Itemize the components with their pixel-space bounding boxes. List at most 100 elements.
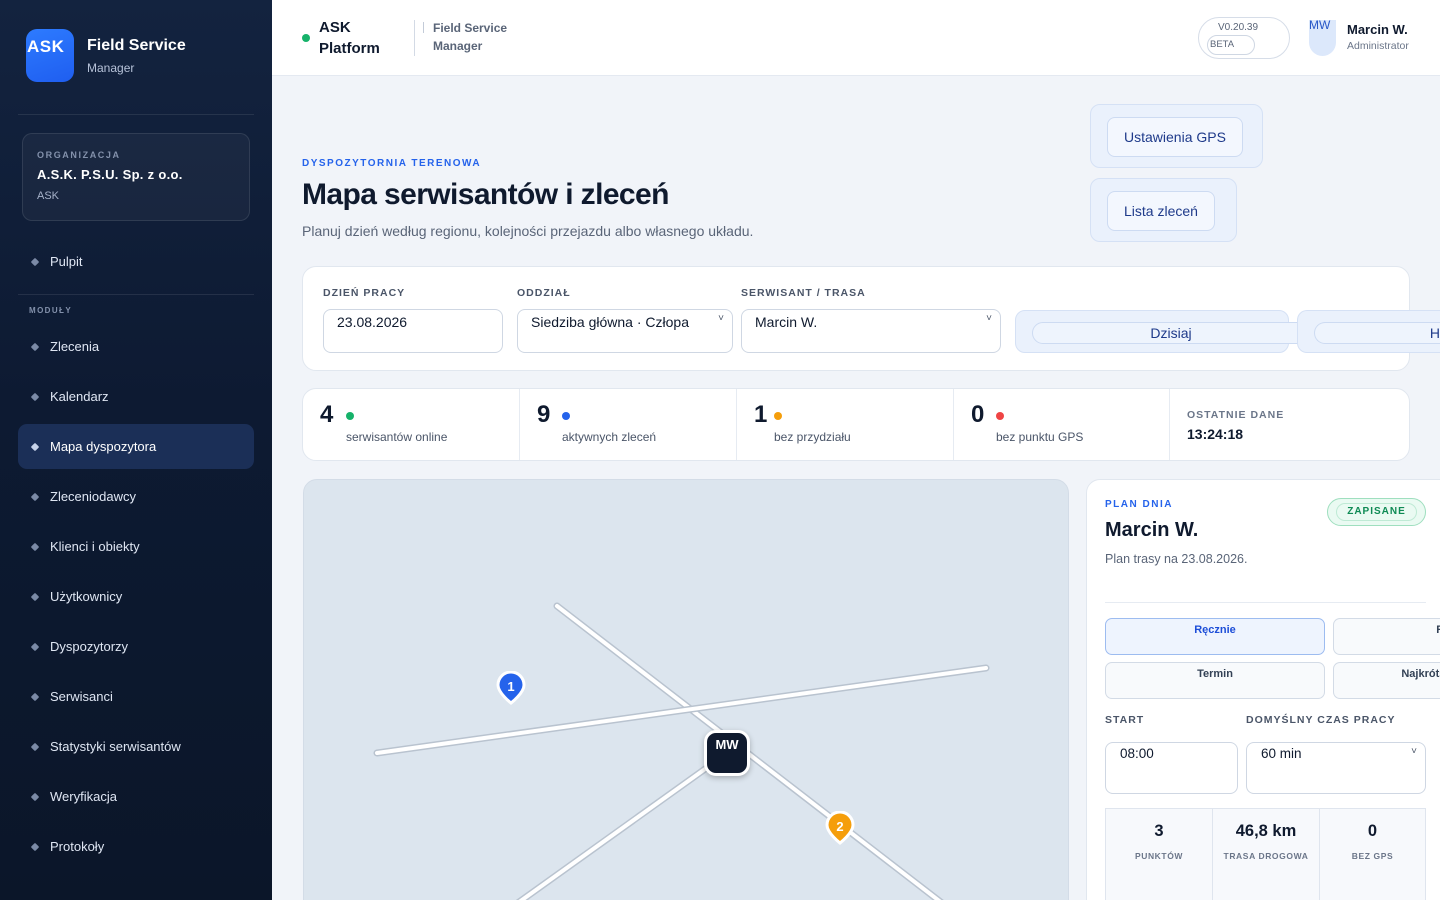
sidebar-item-klienci[interactable]: Klienci i obiekty (18, 524, 254, 569)
day-plan-panel: PLAN DNIA Marcin W. Plan trasy na 23.08.… (1086, 479, 1440, 900)
plan-eyebrow: PLAN DNIA (1105, 499, 1173, 510)
sidebar-item-label: Statystyki serwisantów (50, 739, 181, 754)
today-button[interactable]: Dzisiaj (1032, 322, 1310, 344)
org-label: ORGANIZACJA (37, 150, 121, 160)
work-day-input[interactable]: 23.08.2026 (323, 309, 503, 353)
summary-value: 0 (1367, 822, 1378, 840)
stat-active-orders: 9 aktywnych zleceń (520, 389, 737, 460)
order-list-button[interactable]: Lista zleceń (1107, 191, 1215, 231)
chevron-down-icon: ˅ (986, 313, 992, 324)
avatar[interactable]: MW (1309, 18, 1336, 56)
sidebar-item-label: Klienci i obiekty (50, 539, 140, 554)
user-name[interactable]: Marcin W. (1347, 22, 1408, 37)
diamond-icon (30, 742, 40, 751)
sidebar-item-statystyki[interactable]: Statystyki serwisantów (18, 724, 254, 769)
mode-shortest-button[interactable]: Najkrótsza (1333, 662, 1440, 699)
map-pin-label: 1 (507, 679, 515, 694)
sidebar-item-pulpit[interactable]: Pulpit (18, 239, 254, 284)
work-day-label: DZIEŃ PRACY (323, 287, 406, 299)
stat-value: 4 (320, 401, 334, 428)
online-status-dot (302, 34, 310, 42)
summary-points: 3 PUNKTÓW (1106, 809, 1213, 900)
gps-settings-button-wrap: Ustawienia GPS (1090, 104, 1263, 168)
technician-marker[interactable]: MW (704, 730, 750, 776)
start-label: START (1105, 714, 1145, 726)
mode-deadline-button[interactable]: Termin (1105, 662, 1325, 699)
brand[interactable]: ASK Field Service Manager (26, 29, 186, 82)
sidebar-item-zleceniodawcy[interactable]: Zleceniodawcy (18, 474, 254, 519)
branch-value: Siedziba główna · Człopa (531, 314, 689, 330)
sidebar-item-label: Kalendarz (50, 389, 109, 404)
history-button-wrap: Hist (1297, 310, 1440, 353)
organization-card[interactable]: ORGANIZACJA A.S.K. P.S.U. Sp. z o.o. ASK (22, 133, 250, 221)
stat-last-data: OSTATNIE DANE 13:24:18 (1170, 389, 1408, 460)
map-pin-2[interactable]: 2 (825, 811, 855, 845)
avatar-initials: MW (1309, 18, 1331, 32)
route-summary: 3 PUNKTÓW 46,8 km TRASA DROGOWA 0 BEZ GP… (1105, 808, 1426, 900)
platform-title: ASK Platform (319, 19, 380, 57)
sidebar-item-zlecenia[interactable]: Zlecenia (18, 324, 254, 369)
start-time-input[interactable]: 08:00 (1105, 742, 1238, 794)
map-canvas (373, 602, 990, 900)
route-lines (373, 602, 990, 900)
version-text: V0.20.39 (1218, 22, 1259, 33)
history-button[interactable]: Hist (1314, 322, 1440, 344)
status-dot (562, 412, 570, 420)
sidebar-item-label: Serwisanci (50, 689, 113, 704)
sidebar-item-label: Dyspozytorzy (50, 639, 129, 654)
sidebar: ASK Field Service Manager ORGANIZACJA A.… (0, 0, 272, 900)
work-duration-value: 60 min (1261, 746, 1302, 761)
diamond-icon (30, 642, 40, 651)
stat-no-gps: 0 bez punktu GPS (954, 389, 1170, 460)
sidebar-item-protokoly[interactable]: Protokoły (18, 824, 254, 869)
stat-value: 0 (971, 401, 985, 428)
technician-select[interactable]: Marcin W. ˅ (741, 309, 1001, 353)
user-role: Administrator (1347, 40, 1409, 52)
plan-technician-name: Marcin W. (1105, 519, 1199, 541)
diamond-icon (30, 692, 40, 701)
stat-label: serwisantów online (346, 430, 448, 444)
sidebar-item-label: Pulpit (50, 254, 83, 269)
work-duration-label: DOMYŚLNY CZAS PRACY (1246, 714, 1396, 726)
version-badge[interactable]: V0.20.39 BETA (1198, 17, 1290, 59)
order-list-button-wrap: Lista zleceń (1090, 178, 1237, 242)
stat-label: bez punktu GPS (996, 430, 1084, 444)
product-name: Field Service Manager (423, 19, 523, 55)
sidebar-divider (18, 114, 254, 115)
sidebar-item-serwisanci[interactable]: Serwisanci (18, 674, 254, 719)
stat-unassigned: 1 bez przydziału (737, 389, 954, 460)
sidebar-item-kalendarz[interactable]: Kalendarz (18, 374, 254, 419)
sidebar-divider (18, 294, 254, 295)
beta-tag: BETA (1207, 35, 1255, 55)
diamond-icon (30, 492, 40, 501)
mode-region-button[interactable]: Reg (1333, 618, 1440, 655)
last-data-label: OSTATNIE DANE (1187, 409, 1285, 421)
mode-manual-button[interactable]: Ręcznie (1105, 618, 1325, 655)
plan-description: Plan trasy na 23.08.2026. (1105, 552, 1248, 566)
dispatch-map[interactable]: 1 2 MW (303, 479, 1069, 900)
branch-select[interactable]: Siedziba główna · Człopa ˅ (517, 309, 733, 353)
page-title: Mapa serwisantów i zleceń (302, 178, 669, 211)
map-pin-label: 2 (836, 819, 844, 834)
work-duration-select[interactable]: 60 min ˅ (1246, 742, 1426, 794)
brand-title: Field Service (87, 37, 186, 54)
org-name: A.S.K. P.S.U. Sp. z o.o. (37, 167, 183, 182)
gps-settings-button[interactable]: Ustawienia GPS (1107, 117, 1243, 157)
sidebar-item-label: Mapa dyspozytora (50, 439, 157, 454)
status-dot (996, 412, 1004, 420)
sidebar-item-dyspozytorzy[interactable]: Dyspozytorzy (18, 624, 254, 669)
sidebar-item-label: Użytkownicy (50, 589, 123, 604)
brand-subtitle: Manager (87, 61, 135, 75)
diamond-icon (30, 342, 40, 351)
sidebar-item-label: Zlecenia (50, 339, 100, 354)
page-description: Planuj dzień według regionu, kolejności … (302, 223, 754, 239)
sidebar-item-mapa-dyspozytora[interactable]: Mapa dyspozytora (18, 424, 254, 469)
sidebar-item-weryfikacja[interactable]: Weryfikacja (18, 774, 254, 819)
last-data-time: 13:24:18 (1187, 426, 1244, 442)
sidebar-item-uzytkownicy[interactable]: Użytkownicy (18, 574, 254, 619)
brand-logo: ASK (26, 29, 74, 82)
map-pin-1[interactable]: 1 (496, 671, 526, 705)
topbar-divider (414, 20, 415, 56)
summary-value: 3 (1154, 822, 1164, 840)
branch-label: ODDZIAŁ (517, 287, 571, 299)
